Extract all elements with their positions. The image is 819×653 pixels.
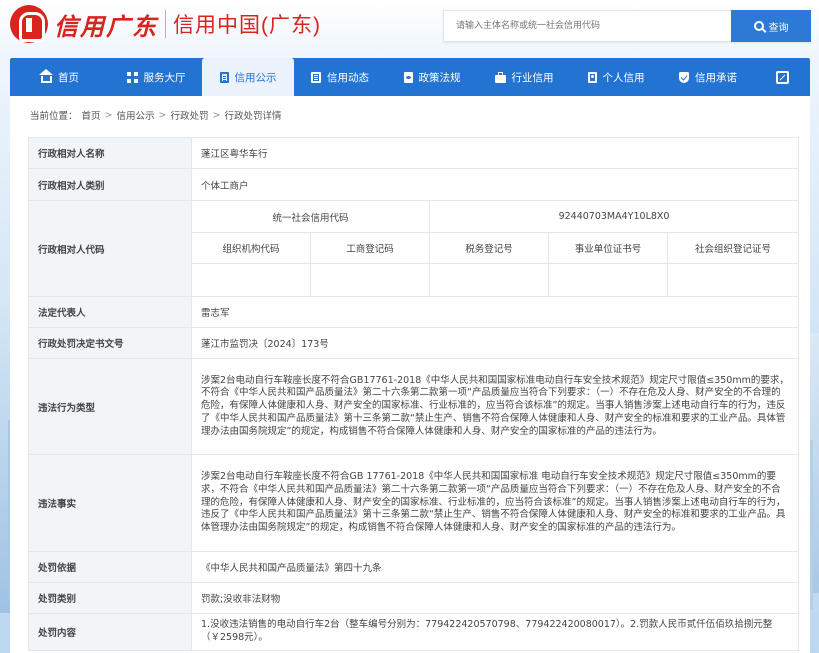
penalty-detail-table: 行政相对人名称 蓬江区粤华车行 行政相对人类别 个体工商户 行政相对人代码 统一…: [28, 137, 800, 651]
value-penalty-basis: 《中华人民共和国产品质量法》第四十九条: [190, 551, 800, 583]
header-social-org-reg-no: 社会组织登记证号: [666, 232, 800, 264]
value-violation-facts: 涉案2台电动自行车鞍座长度不符合GB 17761-2018《中华人民共和国国家标…: [190, 454, 800, 552]
nav-item-credit-news[interactable]: 信用动态: [294, 58, 386, 96]
nav-item-label: 行业信用: [511, 71, 554, 84]
value-penalty-content: 1.没收违法销售的电动自行车2台（整车编号分别为：779422420570798…: [190, 613, 800, 651]
person-card-icon: [587, 71, 597, 83]
nav-item-label: 信用公示: [234, 71, 277, 84]
value-tax-reg-no: [429, 263, 549, 297]
label-violation-facts: 违法事实: [28, 454, 192, 552]
table-row: 行政相对人类别 个体工商户: [28, 168, 800, 201]
label-penalty-category: 处罚类别: [28, 582, 192, 614]
shield-check-icon: [679, 71, 689, 83]
label-decision-doc-no: 行政处罚决定书文号: [28, 327, 192, 359]
search-icon: [753, 21, 764, 31]
value-legal-rep: 雷志军: [190, 296, 800, 328]
nav-item-home[interactable]: 首页: [10, 58, 110, 96]
nav-item-policy[interactable]: 政策法规: [386, 58, 478, 96]
nav-item-industry-credit[interactable]: 行业信用: [478, 58, 570, 96]
breadcrumb-prefix: 当前位置：: [30, 111, 78, 122]
breadcrumb-separator: >: [158, 109, 167, 121]
fullscreen-button[interactable]: [754, 58, 810, 96]
header-institution-cert-no: 事业单位证书号: [548, 232, 668, 264]
nav-item-credit-disclosure[interactable]: 信用公示: [202, 58, 294, 96]
logo-emblem-icon: [10, 5, 48, 43]
site-header: 信用广东 信用中国(广东) 查询: [0, 0, 819, 58]
value-violation-type: 涉案2台电动自行车鞍座长度不符合GB17761-2018《中华人民共和国国家标准…: [190, 358, 800, 455]
nav-item-label: 政策法规: [418, 71, 461, 84]
label-penalty-content: 处罚内容: [28, 613, 192, 651]
label-penalty-basis: 处罚依据: [28, 551, 192, 583]
search-input[interactable]: [443, 10, 731, 42]
breadcrumb-admin-penalty[interactable]: 行政处罚: [170, 108, 208, 122]
home-icon: [39, 68, 53, 83]
breadcrumb-credit-disclosure[interactable]: 信用公示: [117, 108, 155, 122]
breadcrumb: 当前位置： 首页 > 信用公示 > 行政处罚 > 行政处罚详情: [10, 96, 810, 134]
search-bar: 查询: [443, 10, 811, 42]
value-business-reg-code: [310, 263, 430, 297]
value-institution-cert-no: [548, 263, 668, 297]
label-violation-type: 违法行为类型: [28, 358, 192, 455]
header-business-reg-code: 工商登记码: [310, 232, 430, 264]
table-row: 法定代表人 雷志军: [28, 296, 800, 328]
document-icon: [219, 71, 229, 83]
nav-item-label: 信用动态: [327, 71, 369, 84]
label-uscc: 统一社会信用代码: [191, 200, 430, 233]
header-org-code: 组织机构代码: [191, 232, 311, 264]
nav-item-label: 信用承诺: [695, 71, 737, 84]
nav-item-personal-credit[interactable]: 个人信用: [570, 58, 662, 96]
table-row: 处罚类别 罚款;没收非法财物: [28, 582, 800, 614]
main-nav: 首页 服务大厅 信用公示 信用动态 政策法规 行业信用 个人信用 信用承诺: [10, 58, 810, 96]
nav-item-label: 首页: [58, 71, 79, 84]
logo-brand-text: 信用广东: [54, 11, 158, 41]
value-uscc: 92440703MA4Y10L8X0: [428, 200, 800, 233]
value-social-org-reg-no: [666, 263, 800, 297]
nav-item-label: 服务大厅: [143, 71, 186, 84]
logo-divider: [165, 10, 166, 38]
label-party-category: 行政相对人类别: [28, 168, 192, 201]
label-legal-rep: 法定代表人: [28, 296, 192, 328]
logo-subtitle: 信用中国(广东): [173, 14, 321, 37]
breadcrumb-home[interactable]: 首页: [82, 108, 101, 122]
value-org-code: [191, 263, 311, 297]
value-party-name: 蓬江区粤华车行: [190, 137, 800, 169]
detail-card: 当前位置： 首页 > 信用公示 > 行政处罚 > 行政处罚详情 行政相对人名称 …: [10, 96, 810, 653]
breadcrumb-separator: >: [212, 109, 221, 121]
table-row: 处罚内容 1.没收违法销售的电动自行车2台（整车编号分别为：7794224205…: [28, 613, 800, 651]
value-party-category: 个体工商户: [190, 168, 800, 201]
value-penalty-category: 罚款;没收非法财物: [190, 582, 800, 614]
briefcase-icon: [494, 71, 506, 83]
expand-icon: [775, 70, 789, 84]
table-row: 行政相对人代码 统一社会信用代码 92440703MA4Y10L8X0: [28, 200, 800, 297]
nav-item-service-hall[interactable]: 服务大厅: [110, 58, 202, 96]
table-row: 行政相对人名称 蓬江区粤华车行: [28, 137, 800, 169]
value-decision-doc-no: 蓬江市监罚决〔2024〕173号: [190, 327, 800, 359]
label-party-code: 行政相对人代码: [28, 200, 192, 297]
breadcrumb-separator: >: [104, 109, 113, 121]
grid-icon: [126, 71, 138, 83]
search-button-label: 查询: [768, 22, 789, 34]
table-row: 处罚依据 《中华人民共和国产品质量法》第四十九条: [28, 551, 800, 583]
law-icon: [403, 71, 413, 83]
site-logo[interactable]: 信用广东 信用中国(广东): [10, 5, 321, 43]
table-row: 违法行为类型 涉案2台电动自行车鞍座长度不符合GB17761-2018《中华人民…: [28, 358, 800, 455]
search-button[interactable]: 查询: [731, 10, 811, 42]
label-party-name: 行政相对人名称: [28, 137, 192, 169]
nav-item-label: 个人信用: [602, 71, 645, 84]
breadcrumb-current: 行政处罚详情: [224, 111, 282, 122]
header-tax-reg-no: 税务登记号: [429, 232, 549, 264]
list-icon: [311, 71, 321, 83]
nav-item-credit-commitment[interactable]: 信用承诺: [662, 58, 754, 96]
table-row: 行政处罚决定书文号 蓬江市监罚决〔2024〕173号: [28, 327, 800, 359]
table-row: 违法事实 涉案2台电动自行车鞍座长度不符合GB 17761-2018《中华人民共…: [28, 454, 800, 552]
